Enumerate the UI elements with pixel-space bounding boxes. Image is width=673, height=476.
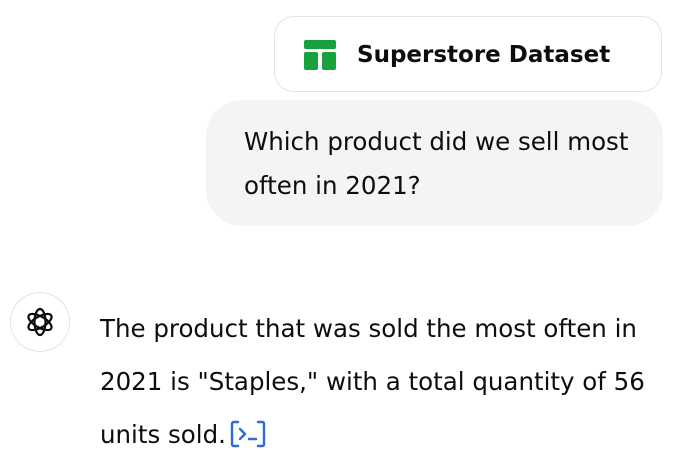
chat-page: Superstore Dataset Which product did we … [0, 0, 673, 476]
view-analysis-icon [230, 420, 266, 448]
view-analysis-button[interactable] [230, 413, 266, 466]
assistant-avatar [10, 292, 70, 352]
attachment-chip[interactable]: Superstore Dataset [274, 16, 662, 92]
attachment-name: Superstore Dataset [357, 42, 611, 68]
assistant-message: The product that was sold the most often… [100, 302, 660, 466]
spreadsheet-icon [304, 40, 336, 70]
assistant-message-text: The product that was sold the most often… [100, 314, 645, 449]
user-message-text: Which product did we sell most often in … [244, 127, 629, 200]
user-message: Which product did we sell most often in … [206, 100, 663, 226]
openai-logo-icon [27, 307, 53, 337]
